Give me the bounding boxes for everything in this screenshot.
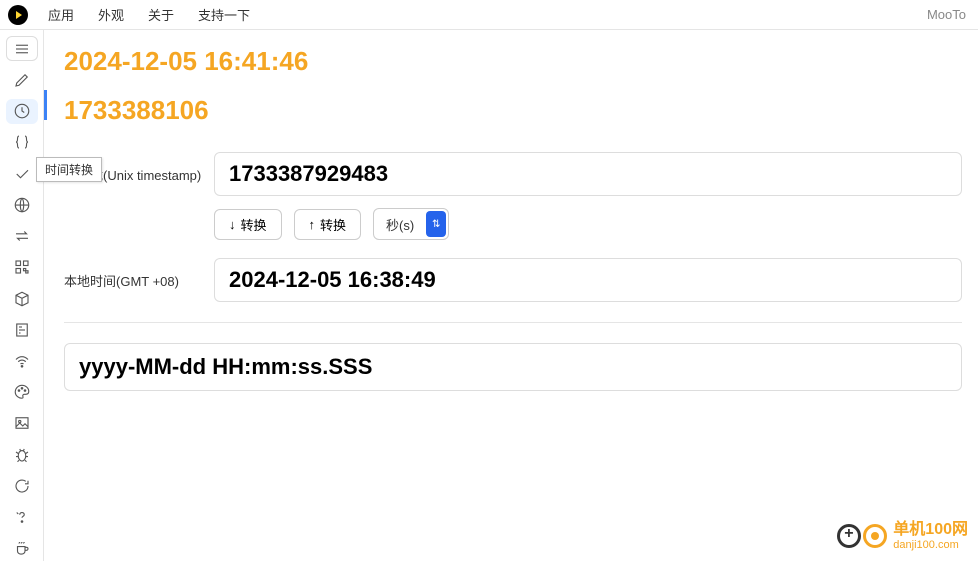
menu-appearance[interactable]: 外观 bbox=[88, 1, 134, 28]
watermark-logo-icon bbox=[837, 524, 887, 548]
convert-down-label: 转换 bbox=[241, 215, 267, 234]
watermark: 单机100网 danji100.com bbox=[837, 521, 968, 551]
divider bbox=[64, 322, 962, 323]
format-input[interactable] bbox=[64, 343, 962, 391]
pencil-icon[interactable] bbox=[6, 67, 38, 92]
timestamp-input[interactable] bbox=[214, 152, 962, 196]
watermark-text-en: danji100.com bbox=[893, 539, 968, 551]
menu-app[interactable]: 应用 bbox=[38, 1, 84, 28]
coffee-icon[interactable] bbox=[6, 536, 38, 561]
menu-support[interactable]: 支持一下 bbox=[188, 1, 260, 28]
convert-down-button[interactable]: ↓ 转换 bbox=[214, 209, 282, 240]
app-logo bbox=[8, 5, 28, 25]
json-icon[interactable] bbox=[6, 130, 38, 155]
wifi-icon[interactable] bbox=[6, 348, 38, 373]
localtime-label: 本地时间(GMT +08) bbox=[64, 271, 214, 290]
globe-icon[interactable] bbox=[6, 192, 38, 217]
arrow-up-icon: ↑ bbox=[309, 217, 316, 232]
refresh-icon[interactable] bbox=[6, 473, 38, 498]
swap-icon[interactable] bbox=[6, 224, 38, 249]
bug-icon[interactable] bbox=[6, 442, 38, 467]
watermark-text-cn: 单机100网 bbox=[893, 521, 968, 539]
hamburger-icon[interactable] bbox=[6, 36, 38, 61]
image-icon[interactable] bbox=[6, 411, 38, 436]
clock-icon[interactable] bbox=[6, 99, 38, 124]
convert-up-label: 转换 bbox=[320, 215, 346, 234]
current-timestamp: 1733388106 bbox=[64, 95, 962, 126]
unit-select[interactable]: 秒(s) ⇅ bbox=[373, 208, 449, 240]
qrcode-icon[interactable] bbox=[6, 255, 38, 280]
convert-up-button[interactable]: ↑ 转换 bbox=[294, 209, 362, 240]
help-icon[interactable] bbox=[6, 504, 38, 529]
cube-icon[interactable] bbox=[6, 286, 38, 311]
localtime-input[interactable] bbox=[214, 258, 962, 302]
calculator-icon[interactable] bbox=[6, 317, 38, 342]
chevron-updown-icon: ⇅ bbox=[426, 211, 446, 237]
current-datetime: 2024-12-05 16:41:46 bbox=[64, 46, 962, 77]
menu-about[interactable]: 关于 bbox=[138, 1, 184, 28]
active-indicator bbox=[44, 90, 47, 120]
tooltip: 时间转换 bbox=[36, 157, 102, 182]
check-icon[interactable] bbox=[6, 161, 38, 186]
palette-icon[interactable] bbox=[6, 380, 38, 405]
app-name: MooTo bbox=[927, 7, 970, 22]
arrow-down-icon: ↓ bbox=[229, 217, 236, 232]
unit-selected: 秒(s) bbox=[374, 210, 424, 239]
